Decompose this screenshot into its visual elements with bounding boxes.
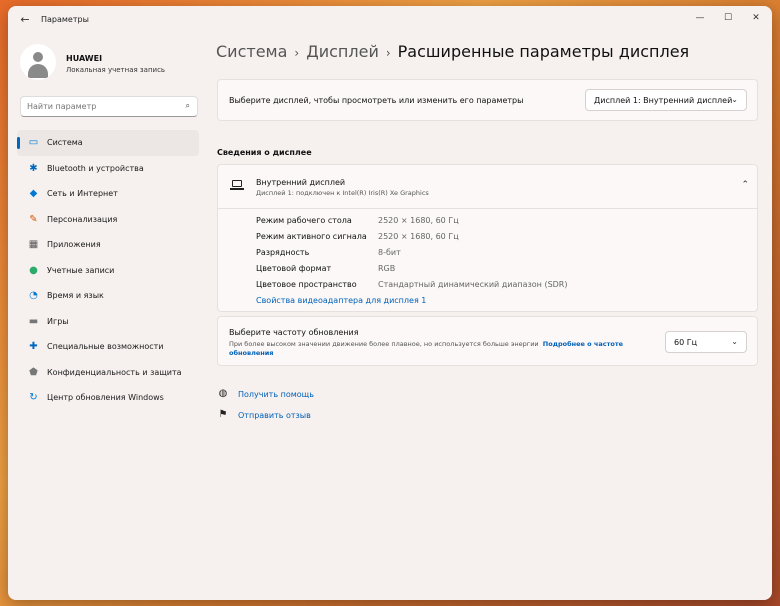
wifi-icon: ◆ [29,188,38,199]
feedback-icon: ⚑ [218,409,228,420]
sidebar-item-8[interactable]: ▬ Игры [17,309,199,335]
info-row-key: Разрядность [256,248,310,257]
page-title: Расширенные параметры дисплея [397,42,690,61]
shield-icon: ⬟ [29,366,38,378]
breadcrumb-system[interactable]: Система [216,42,287,61]
info-row-value: 8-бит [378,248,401,257]
avatar [20,44,56,80]
sidebar-item-label: Специальные возможности [47,342,164,351]
display-info-header[interactable]: Внутренний дисплей Дисплей 1: подключен … [218,165,757,209]
display-connection: Дисплей 1: подключен к Intel(R) Iris(R) … [256,189,429,197]
sidebar-item-label: Bluetooth и устройства [47,163,144,173]
brush-icon: ✎ [29,213,38,225]
sidebar-item-label: Сеть и Интернет [47,189,118,198]
info-row-value: RGB [378,264,396,273]
sidebar-item-3[interactable]: ◆ Сеть и Интернет [17,181,199,207]
sidebar-item-5[interactable]: ▦ Приложения [17,232,199,258]
system-icon: ▭ [28,137,39,148]
title-bar: ← Параметры — ☐ ✕ [8,6,772,34]
refresh-rate-dropdown[interactable]: 60 Гц ⌄ [665,331,747,353]
breadcrumb-display[interactable]: Дисплей [306,42,379,61]
breadcrumb-separator: › [385,46,391,60]
info-row-key: Цветовое пространство [256,280,357,289]
display-dropdown-value: Дисплей 1: Внутренний дисплей [594,96,733,105]
sidebar-item-label: Приложения [47,240,101,249]
sidebar-item-label: Игры [47,316,69,326]
sidebar-item-label: Центр обновления Windows [47,393,164,402]
user-name: HUAWEI [66,54,103,63]
info-row-key: Режим рабочего стола [256,216,352,225]
sidebar-nav: ▭ Система ✱ Bluetooth и устройства ◆ Сеть и И… [17,130,199,411]
display-info-card: Внутренний дисплей Дисплей 1: подключен … [217,164,758,312]
apps-icon: ▦ [28,239,39,250]
info-row-value: 2520 × 1680, 60 Гц [378,216,459,225]
refresh-rate-title: Выберите частоту обновления [229,328,359,337]
refresh-rate-value: 60 Гц [674,338,698,347]
back-button[interactable]: ← [18,13,32,27]
refresh-rate-description-text: При более высоком значении движение боле… [229,340,539,348]
get-help-label: Получить помощь [238,390,314,399]
account-type: Локальная учетная запись [66,66,166,74]
chevron-up-icon[interactable]: ⌃ [741,180,749,190]
sidebar-item-10[interactable]: ⬟ Конфиденциальность и защита [17,360,199,386]
display-dropdown[interactable]: Дисплей 1: Внутренний дисплей ⌄ [585,89,747,111]
search-input[interactable] [27,100,177,113]
sidebar-item-2[interactable]: ✱ Bluetooth и устройства [17,156,199,182]
help-icon: ◍ [218,388,228,399]
sidebar-item-9[interactable]: ✚ Специальные возможности [17,334,199,360]
refresh-rate-description: При более высоком значении движение боле… [229,340,649,358]
section-title: Сведения о дисплее [217,148,312,157]
sidebar-item-label: Персонализация [47,214,118,224]
sidebar-item-11[interactable]: ↻ Центр обновления Windows [17,385,199,411]
sidebar-item-1[interactable]: ▭ Система [17,130,199,156]
feedback-label: Отправить отзыв [238,411,311,420]
accounts-icon: ● [29,264,38,276]
search-icon[interactable]: ⌕ [186,101,190,111]
info-row-key: Режим активного сигнала [256,232,367,241]
info-row-key: Цветовой формат [256,264,332,273]
minimize-button[interactable]: — [690,10,710,26]
breadcrumb-separator: › [294,46,300,60]
update-icon: ↻ [29,392,38,403]
settings-window: ← Параметры — ☐ ✕ HUAWEI Локальная учетн… [8,6,772,600]
display-select-label: Выберите дисплей, чтобы просмотреть или … [229,96,524,105]
sidebar-item-6[interactable]: ● Учетные записи [17,258,199,284]
laptop-icon [230,180,244,190]
sidebar-item-4[interactable]: ✎ Персонализация [17,207,199,233]
app-title: Параметры [41,15,89,24]
display-name: Внутренний дисплей [256,178,346,187]
search-box[interactable]: ⌕ [20,96,198,117]
adapter-properties-link[interactable]: Свойства видеоадаптера для дисплея 1 [256,296,426,305]
sidebar-item-7[interactable]: ◔ Время и язык [17,283,199,309]
bluetooth-icon: ✱ [29,162,38,174]
maximize-button[interactable]: ☐ [718,10,738,26]
sidebar-item-label: Учетные записи [47,265,115,275]
refresh-rate-card: Выберите частоту обновления При более вы… [217,316,758,366]
info-row-value: Стандартный динамический диапазон (SDR) [378,280,568,289]
gamepad-icon: ▬ [28,315,39,327]
active-indicator [17,137,20,149]
sidebar-item-label: Система [47,138,83,147]
display-select-card: Выберите дисплей, чтобы просмотреть или … [217,79,758,121]
time-language-icon: ◔ [29,290,38,301]
accessibility-icon: ✚ [29,341,38,352]
info-row-value: 2520 × 1680, 60 Гц [378,232,459,241]
chevron-down-icon: ⌄ [731,95,738,104]
sidebar-item-label: Конфиденциальность и защита [47,367,182,377]
chevron-down-icon: ⌄ [731,337,738,346]
sidebar-item-label: Время и язык [47,291,104,300]
breadcrumb: Система › Дисплей › Расширенные параметры ди… [216,42,689,61]
close-button[interactable]: ✕ [746,10,766,26]
